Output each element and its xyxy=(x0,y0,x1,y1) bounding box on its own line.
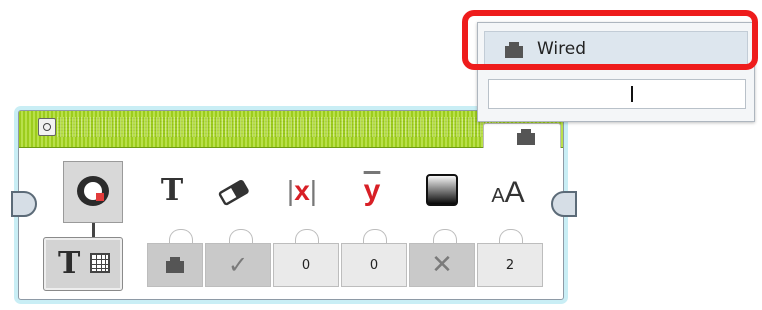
text-caret xyxy=(631,86,633,102)
display-icon xyxy=(77,176,109,206)
y-value-slot[interactable]: 0 xyxy=(341,243,407,287)
text-input-slot[interactable] xyxy=(147,243,203,287)
text-icon: T xyxy=(160,173,184,208)
block-mode-icon xyxy=(38,118,56,136)
clear-screen-slot[interactable]: ✓ xyxy=(205,243,271,287)
font-size-slot[interactable]: 2 xyxy=(477,243,543,287)
font-icon-large: A xyxy=(504,176,525,209)
font-icon-small: A xyxy=(491,185,505,207)
font-size-icon: AA xyxy=(483,171,533,211)
brick-icon xyxy=(166,257,184,273)
color-slot[interactable]: ✕ xyxy=(409,243,475,287)
x-value: 0 xyxy=(301,257,311,273)
selector-stem xyxy=(92,223,95,237)
grid-icon xyxy=(90,253,110,273)
sequence-output-connector[interactable] xyxy=(551,191,577,217)
port-dropdown[interactable]: Wired xyxy=(477,22,755,122)
cross-icon: ✕ xyxy=(431,250,453,280)
x-value-slot[interactable]: 0 xyxy=(273,243,339,287)
x-icon-letter: x xyxy=(294,175,310,206)
eraser-icon xyxy=(209,171,259,211)
y-value: 0 xyxy=(369,257,379,273)
port-selector-tab[interactable] xyxy=(483,123,561,148)
text-mode-glyph: T xyxy=(58,246,81,281)
check-icon: ✓ xyxy=(227,251,249,279)
port-text-input[interactable] xyxy=(488,79,746,109)
title-bar-texture xyxy=(57,117,501,137)
x-position-icon: |x| xyxy=(286,175,318,206)
sequence-input-connector[interactable] xyxy=(11,191,37,217)
font-size-value: 2 xyxy=(505,257,515,273)
y-position-icon: y xyxy=(363,174,381,207)
brick-icon xyxy=(505,42,523,58)
dropdown-item-label: Wired xyxy=(537,39,587,59)
dropdown-item-wired[interactable]: Wired xyxy=(484,31,748,67)
mode-selector[interactable] xyxy=(63,161,123,223)
text-grid-mode-button[interactable]: T xyxy=(43,237,123,291)
display-block[interactable]: T T |x| y AA ✓ 0 0 ✕ 2 xyxy=(11,110,577,300)
brick-icon xyxy=(517,129,535,145)
color-icon xyxy=(417,171,467,211)
